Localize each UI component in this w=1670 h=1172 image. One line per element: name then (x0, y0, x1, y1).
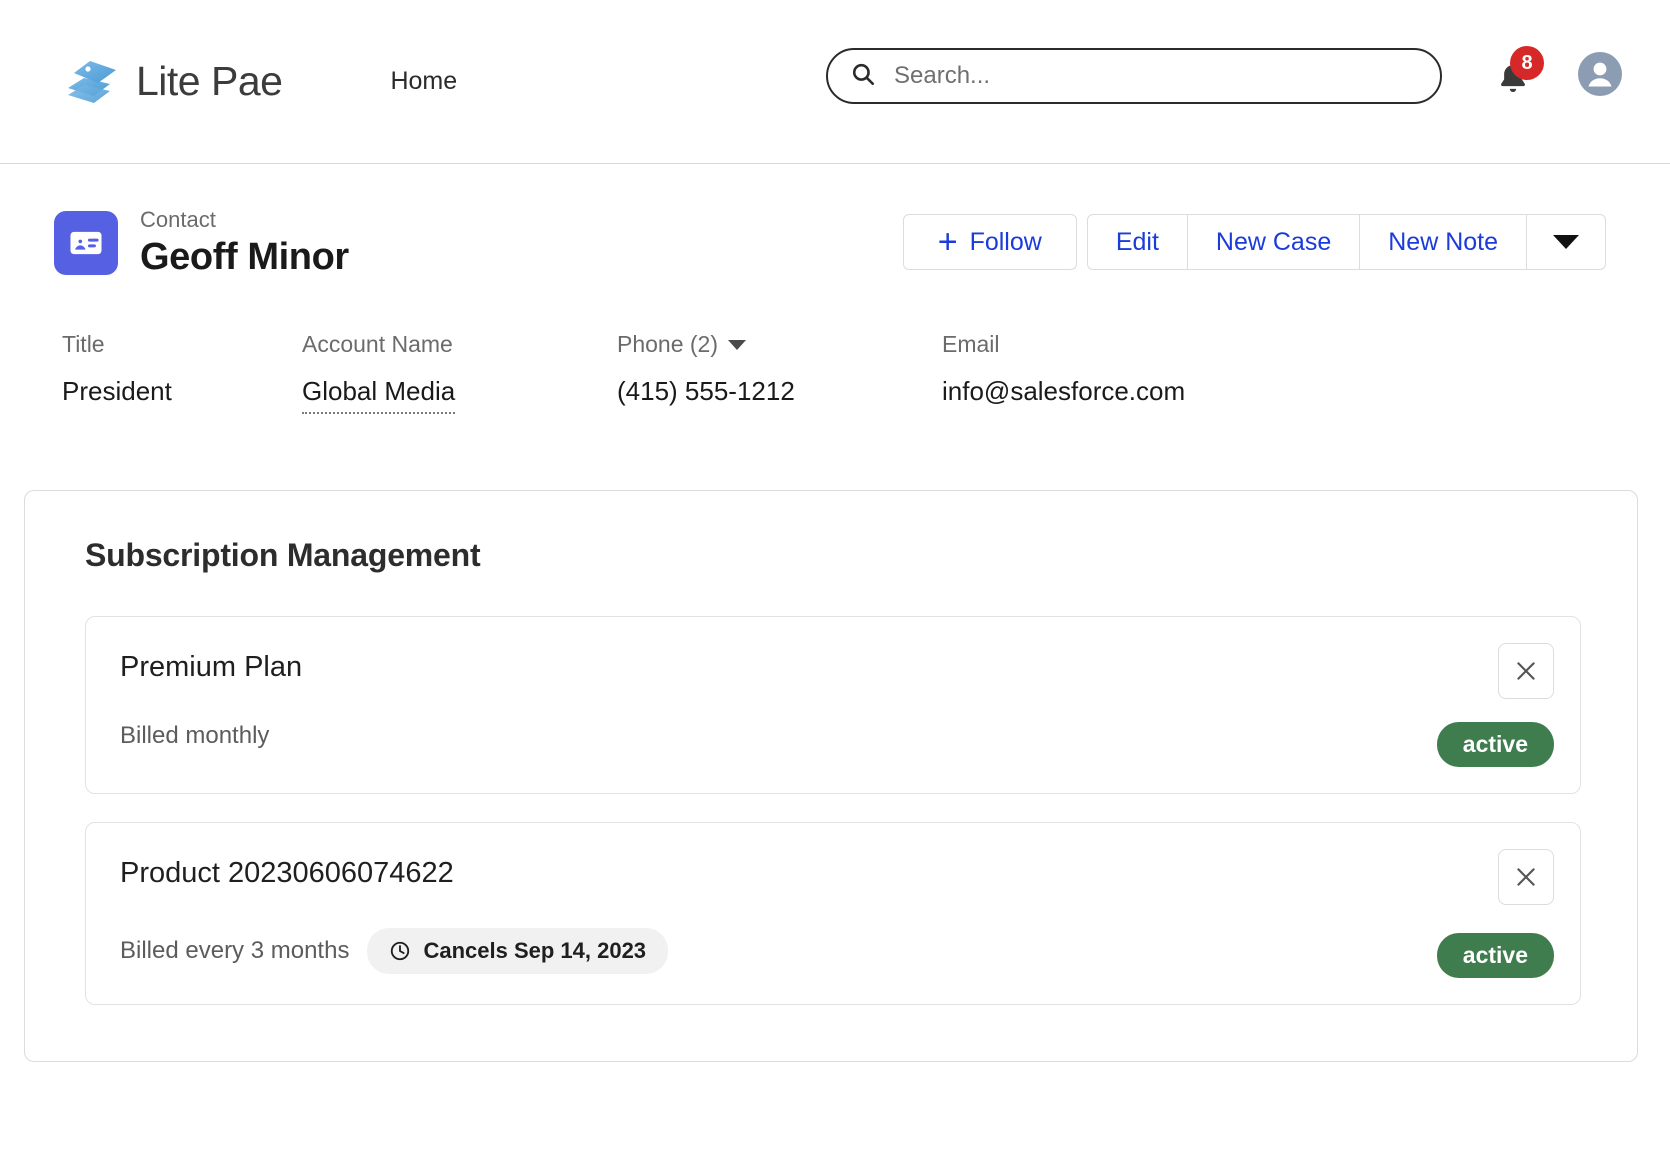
subscription-name: Premium Plan (120, 651, 303, 684)
follow-button[interactable]: + Follow (902, 214, 1077, 270)
subscription-list: Premium Plan Billed monthly active Produ… (85, 616, 1581, 1006)
subscription-billing-text: Billed monthly (120, 722, 270, 750)
follow-button-label: Follow (969, 227, 1042, 256)
primary-nav: Home (390, 67, 457, 96)
subscription-name: Product 20230606074622 (120, 857, 454, 890)
edit-button[interactable]: Edit (1086, 214, 1188, 270)
remove-subscription-button[interactable] (1498, 849, 1554, 906)
account-name-link[interactable]: Global Media (302, 376, 456, 415)
caret-down-icon (1553, 235, 1579, 249)
field-email-label: Email (942, 331, 1000, 358)
stacked-layers-logo-icon (64, 56, 120, 108)
cancellation-chip: Cancels Sep 14, 2023 (367, 928, 669, 975)
top-navigation-bar: Lite Pae Home 8 (0, 0, 1670, 164)
plus-icon: + (937, 223, 958, 261)
field-email: Email info@salesforce.com (942, 331, 1185, 414)
close-icon (1517, 662, 1535, 680)
global-search[interactable] (826, 48, 1442, 104)
record-type-label: Contact (140, 207, 216, 232)
field-account-name-label: Account Name (302, 331, 453, 358)
search-input[interactable] (894, 62, 1418, 90)
subscription-panel-title: Subscription Management (85, 537, 481, 574)
nav-item-home[interactable]: Home (390, 67, 457, 96)
remove-subscription-button[interactable] (1498, 643, 1554, 700)
field-title: Title President (62, 331, 302, 414)
action-button-group: Edit New Case New Note (1086, 214, 1606, 270)
brand-name: Lite Pae (136, 58, 283, 104)
contact-card-icon (54, 210, 118, 275)
user-avatar-icon (1588, 62, 1612, 87)
field-phone-label-text: Phone (2) (617, 331, 719, 358)
search-icon (850, 61, 876, 92)
record-field-row: Title President Account Name Global Medi… (0, 279, 1670, 415)
field-phone-value: (415) 555-1212 (617, 376, 795, 407)
avatar[interactable] (1578, 52, 1622, 96)
phone-expand-caret-icon[interactable] (728, 339, 747, 350)
record-action-buttons: + Follow Edit New Case New Note (902, 214, 1606, 270)
status-badge: active (1436, 721, 1554, 768)
subscription-meta: Billed monthly (120, 722, 1546, 750)
new-case-button[interactable]: New Case (1187, 214, 1361, 270)
record-header: Contact Geoff Minor + Follow Edit New Ca… (0, 164, 1670, 279)
subscription-management-panel: Subscription Management Premium Plan Bil… (24, 490, 1638, 1063)
more-actions-button[interactable] (1527, 214, 1606, 270)
field-title-label: Title (62, 331, 105, 358)
subscription-card: Premium Plan Billed monthly active (85, 616, 1581, 795)
brand-logo-link[interactable]: Lite Pae (64, 56, 283, 108)
notifications-button[interactable]: 8 (1492, 46, 1544, 102)
record-identity: Contact Geoff Minor (54, 206, 349, 279)
subscription-billing-text: Billed every 3 months (120, 937, 350, 965)
cancellation-chip-label: Cancels Sep 14, 2023 (423, 938, 647, 964)
clock-icon (391, 942, 410, 961)
close-icon (1517, 868, 1535, 886)
field-phone: Phone (2) (415) 555-1212 (617, 331, 942, 414)
field-title-value: President (62, 376, 172, 407)
field-phone-label: Phone (2) (617, 331, 942, 358)
subscription-meta: Billed every 3 months Cancels Sep 14, 20… (120, 928, 1546, 975)
field-email-value: info@salesforce.com (942, 376, 1186, 407)
subscription-card: Product 20230606074622 Billed every 3 mo… (85, 822, 1581, 1006)
page-title: Geoff Minor (140, 235, 349, 278)
notification-count-badge: 8 (1510, 46, 1544, 80)
field-account-name: Account Name Global Media (302, 331, 617, 415)
status-badge: active (1436, 932, 1554, 979)
new-note-button[interactable]: New Note (1360, 214, 1527, 270)
